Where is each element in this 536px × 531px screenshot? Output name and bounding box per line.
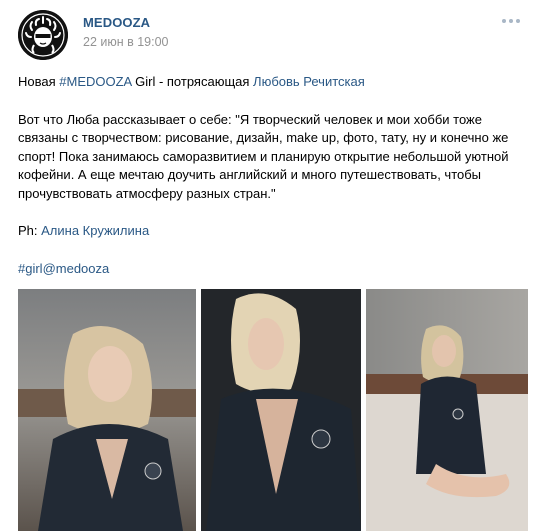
photo-credit: Ph: Алина Кружилина [18, 222, 520, 241]
post-date[interactable]: 22 июн в 19:00 [83, 35, 169, 49]
medusa-logo-icon [18, 10, 68, 60]
quote-line: прочувствовать атмосферу разных стран." [18, 185, 276, 201]
author-avatar[interactable] [18, 10, 68, 60]
quote-line: Вот что Люба рассказывает о себе: "Я тво… [18, 111, 482, 127]
post-photo-3[interactable] [366, 289, 528, 531]
intro-middle: Girl - потрясающая [131, 74, 254, 89]
medooza-hashtag-link[interactable]: #MEDOOZA [59, 74, 131, 89]
intro-prefix: Новая [18, 74, 60, 89]
post-text: Новая #MEDOOZA Girl - потрясающая Любовь… [18, 73, 520, 278]
post-photo-1[interactable] [18, 289, 196, 531]
post-photo-2[interactable] [201, 289, 361, 531]
quote-line: спорт! Пока занимаюсь саморазвитием и пл… [18, 148, 509, 164]
post-intro-line: Новая #MEDOOZA Girl - потрясающая Любовь… [18, 73, 520, 92]
quote-line: кофейни. А еще мечтаю доучить английский… [18, 167, 482, 182]
credit-prefix: Ph: [18, 223, 42, 238]
quote-line: связаны с творчеством: рисование, дизайн… [18, 130, 509, 145]
more-dots-icon[interactable] [502, 16, 522, 26]
post-author-name[interactable]: MEDOOZA [83, 15, 150, 30]
wall-post: MEDOOZA 22 июн в 19:00 Новая #MEDOOZA Gi… [0, 0, 536, 531]
girl-hashtag-link[interactable]: #girl@medooza [18, 260, 520, 279]
person-mention-link[interactable]: Любовь Речитская [253, 74, 365, 89]
photographer-link[interactable]: Алина Кружилина [41, 223, 149, 238]
